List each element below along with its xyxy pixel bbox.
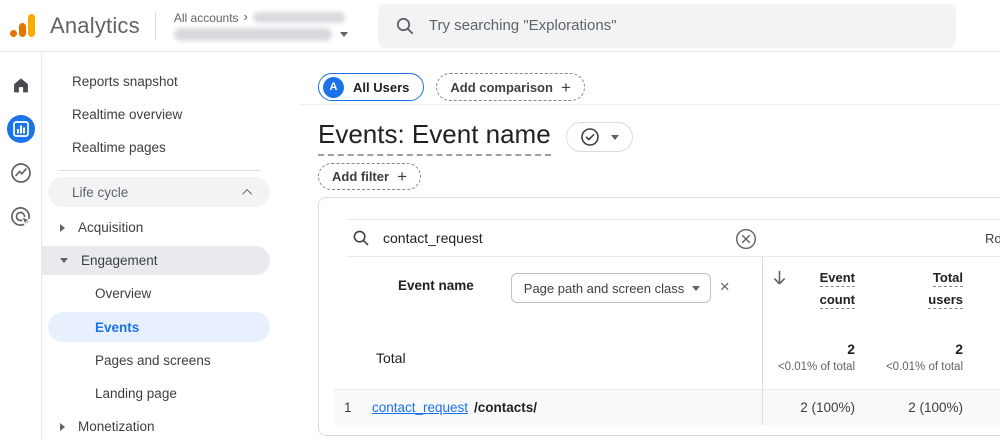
redacted-account-name (253, 12, 345, 23)
total-event-count: 2 (763, 341, 855, 358)
collapse-arrow-icon (60, 258, 68, 263)
remove-dimension-icon[interactable]: × (720, 278, 730, 295)
sort-descending-icon[interactable] (772, 270, 787, 286)
secondary-dimension-dropdown[interactable]: Page path and screen class (511, 273, 711, 303)
comparison-bar: A All Users Add comparison + (318, 73, 1000, 101)
event-name-link[interactable]: contact_request (372, 400, 474, 415)
nav-item-engagement[interactable]: Engagement (42, 246, 270, 275)
nav-item-reports-snapshot[interactable]: Reports snapshot (42, 65, 300, 98)
redacted-property-name (174, 28, 332, 41)
page-path-value: /contacts/ (474, 400, 537, 415)
google-analytics-logo-icon (10, 13, 37, 38)
segment-label: All Users (353, 80, 409, 95)
nav-item-monetization[interactable]: Monetization (42, 410, 300, 443)
nav-item-overview[interactable]: Overview (42, 277, 300, 310)
expand-arrow-icon (60, 423, 65, 431)
chevron-right-icon: › (244, 9, 248, 24)
report-status-dropdown[interactable] (566, 122, 633, 152)
dropdown-caret-icon (611, 135, 619, 140)
row-index: 1 (334, 400, 372, 415)
report-content: A All Users Add comparison + Events: Eve… (300, 52, 1000, 441)
expand-arrow-icon (60, 224, 65, 232)
top-app-bar: Analytics All accounts › Try searching "… (0, 0, 1000, 52)
app-name: Analytics (50, 13, 140, 39)
topbar-divider (155, 12, 156, 40)
search-icon (395, 16, 415, 36)
events-table: contact_request Rows per page: Event nam… (318, 197, 1000, 436)
home-icon[interactable] (7, 71, 35, 99)
nav-item-acquisition[interactable]: Acquisition (42, 211, 300, 244)
account-switcher[interactable]: All accounts › (174, 10, 348, 41)
search-placeholder: Try searching "Explorations" (429, 17, 617, 34)
chevron-up-icon (242, 188, 252, 198)
reports-icon[interactable] (7, 115, 35, 143)
table-total-row: Total 2 <0.01% of total 2 <0.01% of tota… (319, 327, 1000, 389)
nav-item-landing-page[interactable]: Landing page (42, 377, 300, 410)
column-header-total-users[interactable]: Total users (855, 269, 963, 327)
check-circle-icon (580, 127, 600, 147)
clear-search-icon[interactable] (735, 228, 757, 250)
table-toolbar: contact_request Rows per page: (346, 219, 1000, 257)
add-comparison-button[interactable]: Add comparison + (436, 73, 585, 101)
comparison-bar-divider (300, 104, 1000, 105)
segment-badge: A (323, 77, 344, 98)
event-count-cell: 2 (100%) (763, 400, 855, 415)
all-users-segment-chip[interactable]: A All Users (318, 73, 424, 101)
nav-divider (58, 170, 260, 171)
reports-nav: Reports snapshot Realtime overview Realt… (42, 52, 300, 441)
table-header-row: Event name Page path and screen class × … (319, 257, 1000, 327)
total-users-count: 2 (855, 341, 963, 358)
add-filter-button[interactable]: Add filter + (318, 163, 421, 190)
table-search-input[interactable]: contact_request (383, 230, 483, 246)
rows-per-page-label[interactable]: Rows per page: (985, 231, 1000, 246)
dropdown-caret-icon[interactable] (340, 32, 348, 37)
plus-icon: + (397, 168, 407, 185)
explore-icon[interactable] (7, 159, 35, 187)
table-search-icon (352, 229, 370, 247)
total-label: Total (376, 350, 406, 366)
plus-icon: + (561, 79, 571, 96)
left-icon-rail (0, 52, 42, 441)
nav-item-events[interactable]: Events (48, 312, 270, 342)
table-row: 1 contact_request /contacts/ 2 (100%) 2 … (334, 389, 1000, 425)
nav-item-pages-and-screens[interactable]: Pages and screens (42, 344, 300, 377)
nav-item-realtime-overview[interactable]: Realtime overview (42, 98, 300, 131)
total-users-cell: 2 (100%) (855, 400, 963, 415)
nav-collection-life-cycle[interactable]: Life cycle (48, 177, 270, 207)
total-users-share: <0.01% of total (855, 358, 963, 377)
dropdown-caret-icon (692, 286, 700, 291)
nav-item-realtime-pages[interactable]: Realtime pages (42, 131, 300, 164)
account-path-label: All accounts (174, 11, 239, 25)
advertising-icon[interactable] (7, 203, 35, 231)
page-title: Events: Event name (318, 119, 551, 156)
column-header-event-name[interactable]: Event name (398, 278, 474, 293)
total-event-count-share: <0.01% of total (763, 358, 855, 377)
global-search-input[interactable]: Try searching "Explorations" (378, 4, 956, 48)
